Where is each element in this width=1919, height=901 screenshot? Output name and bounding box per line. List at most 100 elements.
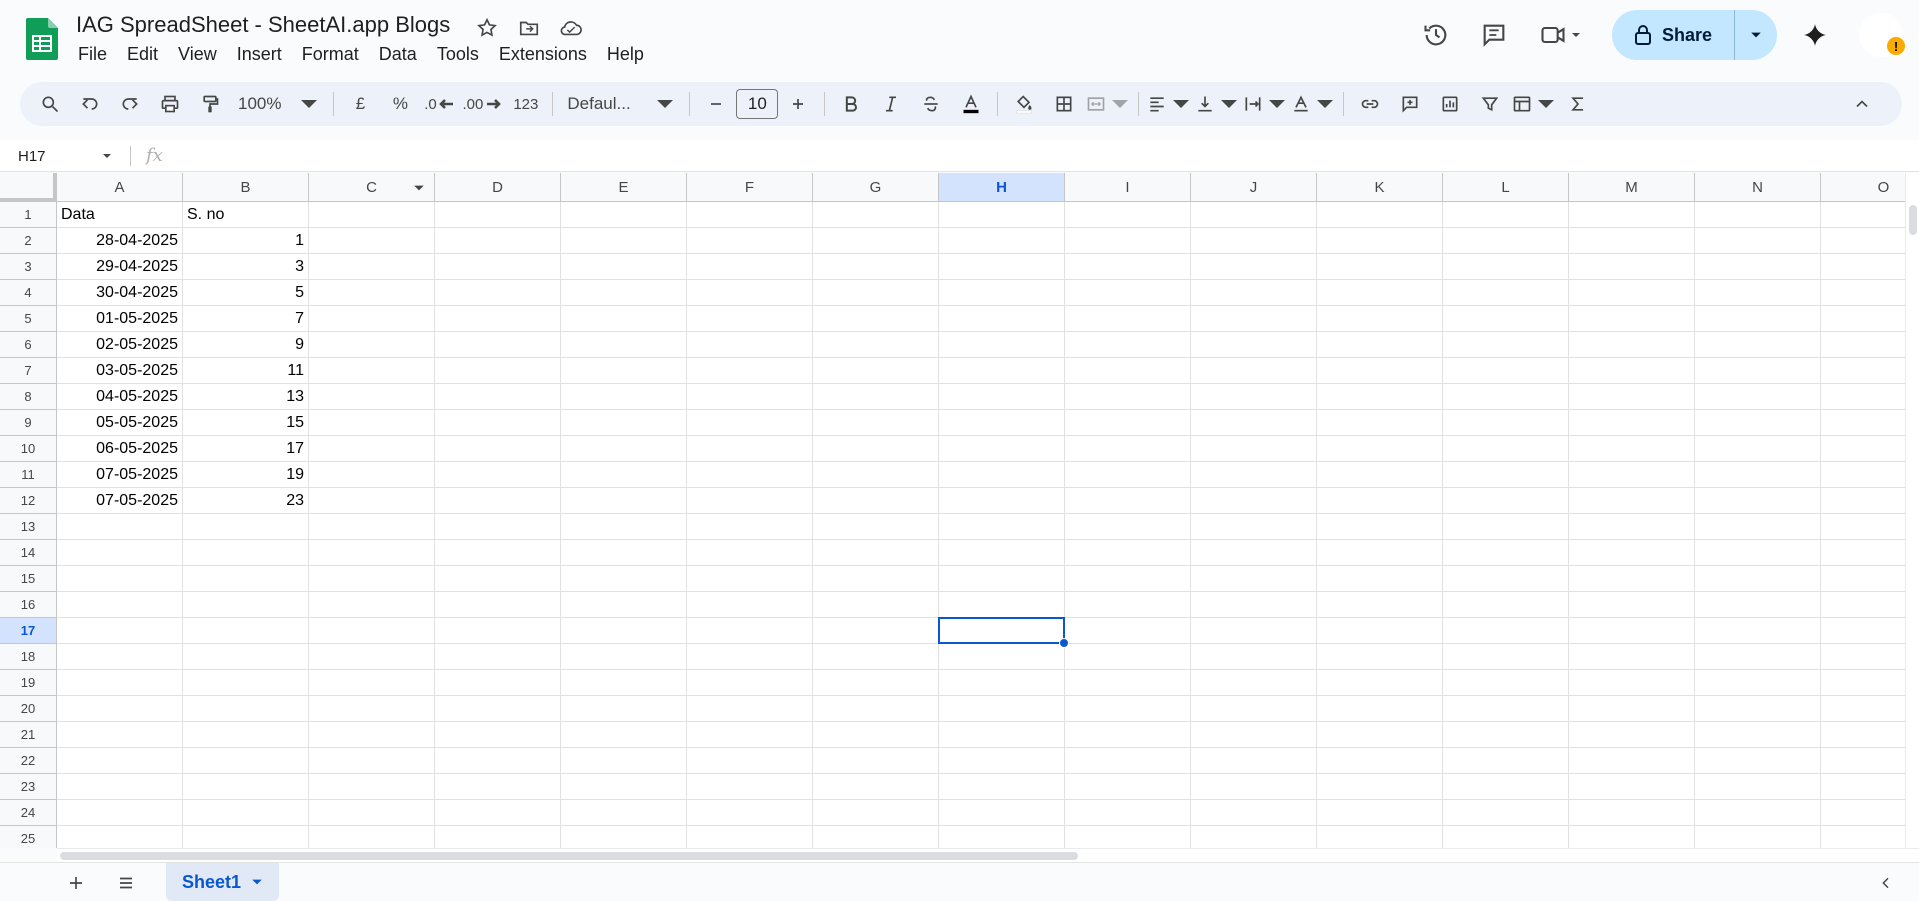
strikethrough-icon[interactable] (913, 86, 949, 122)
font-size-input[interactable]: 10 (736, 89, 779, 119)
cell-date[interactable]: 01-05-2025 (57, 306, 182, 332)
cell-date[interactable]: 07-05-2025 (57, 462, 182, 488)
version-history-icon[interactable] (1412, 11, 1460, 59)
column-header-m[interactable]: M (1569, 173, 1695, 202)
filter-views-icon[interactable] (1512, 86, 1556, 122)
scrollbar-thumb[interactable] (1909, 205, 1917, 235)
gemini-sparkle-icon[interactable] (1791, 11, 1839, 59)
active-cell-selection[interactable] (938, 617, 1065, 644)
sheet-tab-sheet1[interactable]: Sheet1 (166, 863, 280, 901)
cell-sno[interactable]: 13 (183, 384, 308, 410)
text-wrapping-icon[interactable] (1243, 86, 1287, 122)
name-box[interactable]: H17 (10, 144, 120, 168)
row-header-1[interactable]: 1 (0, 202, 57, 228)
menu-insert[interactable]: Insert (227, 42, 292, 67)
insert-comment-icon[interactable] (1392, 86, 1428, 122)
row-header-19[interactable]: 19 (0, 670, 57, 696)
search-menus-icon[interactable] (32, 86, 68, 122)
column-header-e[interactable]: E (561, 173, 687, 202)
filter-icon[interactable] (1472, 86, 1508, 122)
scrollbar-thumb[interactable] (60, 852, 1078, 860)
cell-sno[interactable]: 9 (183, 332, 308, 358)
cell-date[interactable]: 05-05-2025 (57, 410, 182, 436)
row-header-9[interactable]: 9 (0, 410, 57, 436)
menu-file[interactable]: File (68, 42, 117, 67)
add-sheet-icon[interactable] (62, 869, 90, 897)
spreadsheet-grid[interactable]: A B C D E F G H I J K L M N O 1 2 3 4 5 6 7 8 9 10 11 12 13 14 15 16 17… (0, 173, 1919, 848)
bold-icon[interactable] (833, 86, 869, 122)
move-to-folder-icon[interactable] (515, 14, 543, 42)
vertical-scrollbar[interactable] (1905, 173, 1919, 848)
column-header-h[interactable]: H (939, 173, 1065, 202)
cell-sno[interactable]: 15 (183, 410, 308, 436)
decrease-font-size-icon[interactable] (698, 86, 734, 122)
cell-date[interactable]: 06-05-2025 (57, 436, 182, 462)
row-header-2[interactable]: 2 (0, 228, 57, 254)
row-header-12[interactable]: 12 (0, 488, 57, 514)
decrease-decimal-button[interactable]: .0 (422, 86, 458, 122)
cell-sno[interactable]: 5 (183, 280, 308, 306)
cell-date[interactable]: 07-05-2025 (57, 488, 182, 514)
share-button[interactable]: Share (1612, 10, 1735, 60)
insert-chart-icon[interactable] (1432, 86, 1468, 122)
select-all-corner[interactable] (0, 173, 57, 202)
meet-video-icon[interactable] (1528, 11, 1592, 59)
all-sheets-menu-icon[interactable] (112, 869, 140, 897)
row-header-11[interactable]: 11 (0, 462, 57, 488)
cell-sno[interactable]: 17 (183, 436, 308, 462)
menu-extensions[interactable]: Extensions (489, 42, 597, 67)
cell-date[interactable]: 28-04-2025 (57, 228, 182, 254)
star-icon[interactable] (473, 14, 501, 42)
paint-format-icon[interactable] (192, 86, 228, 122)
cell-sno[interactable]: 19 (183, 462, 308, 488)
row-header-15[interactable]: 15 (0, 566, 57, 592)
comments-icon[interactable] (1470, 11, 1518, 59)
cell-sno[interactable]: 11 (183, 358, 308, 384)
menu-tools[interactable]: Tools (427, 42, 489, 67)
vertical-align-icon[interactable] (1195, 86, 1239, 122)
horizontal-align-icon[interactable] (1147, 86, 1191, 122)
column-header-k[interactable]: K (1317, 173, 1443, 202)
avatar[interactable]: ! (1859, 13, 1905, 57)
row-header-24[interactable]: 24 (0, 800, 57, 826)
font-family-select[interactable]: Defaul... (561, 86, 681, 122)
column-header-g[interactable]: G (813, 173, 939, 202)
fill-color-icon[interactable] (1006, 86, 1042, 122)
merge-cells-icon[interactable] (1086, 86, 1130, 122)
text-rotation-icon[interactable] (1291, 86, 1335, 122)
column-header-a[interactable]: A (57, 173, 183, 202)
explore-sidebar-toggle-icon[interactable] (1872, 869, 1900, 897)
row-header-4[interactable]: 4 (0, 280, 57, 306)
cell-date[interactable]: 03-05-2025 (57, 358, 182, 384)
row-header-14[interactable]: 14 (0, 540, 57, 566)
menu-format[interactable]: Format (292, 42, 369, 67)
cell-date[interactable]: 04-05-2025 (57, 384, 182, 410)
menu-view[interactable]: View (168, 42, 227, 67)
row-header-13[interactable]: 13 (0, 514, 57, 540)
row-header-6[interactable]: 6 (0, 332, 57, 358)
borders-icon[interactable] (1046, 86, 1082, 122)
print-icon[interactable] (152, 86, 188, 122)
row-header-8[interactable]: 8 (0, 384, 57, 410)
cell-b1-header[interactable]: S. no (183, 202, 308, 228)
share-dropdown-button[interactable] (1735, 10, 1777, 60)
formula-input[interactable] (180, 140, 1900, 172)
italic-icon[interactable] (873, 86, 909, 122)
more-formats-button[interactable]: 123 (507, 86, 544, 122)
cell-sno[interactable]: 7 (183, 306, 308, 332)
column-header-d[interactable]: D (435, 173, 561, 202)
fill-handle[interactable] (1059, 638, 1069, 648)
collapse-menus-icon[interactable] (1844, 86, 1880, 122)
increase-decimal-button[interactable]: .00 (462, 86, 503, 122)
row-header-23[interactable]: 23 (0, 774, 57, 800)
row-header-10[interactable]: 10 (0, 436, 57, 462)
row-header-16[interactable]: 16 (0, 592, 57, 618)
functions-sigma-icon[interactable] (1560, 86, 1596, 122)
row-header-7[interactable]: 7 (0, 358, 57, 384)
column-header-f[interactable]: F (687, 173, 813, 202)
column-header-n[interactable]: N (1695, 173, 1821, 202)
cell-sno[interactable]: 23 (183, 488, 308, 514)
format-currency-button[interactable]: £ (342, 86, 378, 122)
zoom-select[interactable]: 100% (232, 86, 325, 122)
text-color-icon[interactable] (953, 86, 989, 122)
